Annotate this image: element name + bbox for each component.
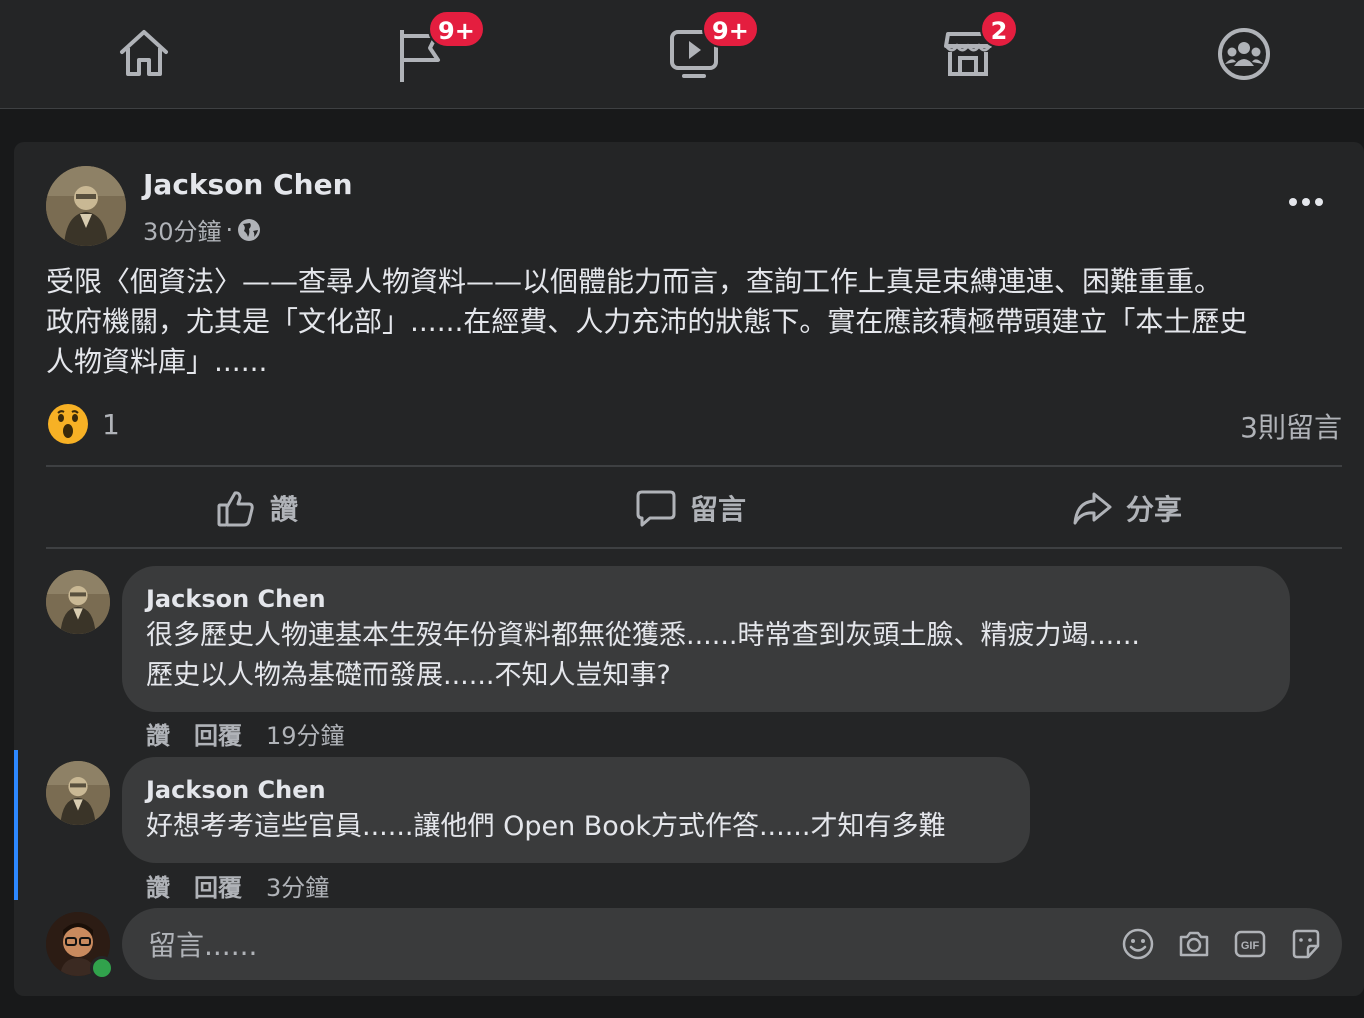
like-button[interactable]: 讚 <box>216 486 298 530</box>
nav-home[interactable] <box>84 0 204 108</box>
comment-actions: 讚 回覆 3分鐘 <box>146 868 329 903</box>
reaction-summary[interactable]: 1 <box>48 404 120 444</box>
post-card: Jackson Chen 30分鐘 · 受限〈個資法〉——查尋人物資料——以個體… <box>14 142 1364 996</box>
post-author-name[interactable]: Jackson Chen <box>143 168 353 201</box>
comment-button[interactable]: 留言 <box>636 486 746 530</box>
comment-like-link[interactable]: 讚 <box>146 868 170 903</box>
camera-icon[interactable] <box>1176 926 1212 962</box>
comment-reply-link[interactable]: 回覆 <box>194 868 242 903</box>
comment-time[interactable]: 19分鐘 <box>266 716 345 751</box>
nav-marketplace[interactable]: 2 <box>908 0 1028 108</box>
nav-pages-badge: 9+ <box>428 10 485 48</box>
comment-time[interactable]: 3分鐘 <box>266 868 329 903</box>
nav-groups[interactable] <box>1182 0 1302 108</box>
wow-reaction-icon <box>48 404 88 444</box>
comment-bubble: Jackson Chen 很多歷史人物連基本生歿年份資料都無從獲悉......時… <box>122 566 1290 712</box>
share-icon <box>1073 492 1112 525</box>
comment-count-link[interactable]: 3則留言 <box>1240 406 1342 446</box>
comment-author[interactable]: Jackson Chen <box>146 773 1006 807</box>
nav-marketplace-badge: 2 <box>980 10 1018 48</box>
thumbs-up-icon <box>217 491 254 527</box>
gif-icon[interactable]: GIF <box>1232 926 1268 962</box>
post-more-options-button[interactable] <box>1286 192 1326 212</box>
comment-like-link[interactable]: 讚 <box>146 716 170 751</box>
comment-reply-link[interactable]: 回覆 <box>194 716 242 751</box>
commenter-avatar[interactable] <box>46 570 110 634</box>
more-dot-icon <box>1302 198 1310 206</box>
divider <box>46 547 1342 549</box>
online-status-dot <box>90 956 114 980</box>
top-navigation-bar: 9+ 9+ 2 <box>0 0 1364 109</box>
highlight-bar <box>14 750 18 900</box>
comment-input[interactable] <box>146 922 1050 968</box>
globe-icon <box>238 218 261 241</box>
sticker-icon[interactable] <box>1288 926 1324 962</box>
divider <box>46 465 1342 467</box>
comment-text: 好想考考這些官員......讓他們 Open Book方式作答......才知有… <box>146 811 946 842</box>
post-meta: 30分鐘 · <box>143 212 261 247</box>
share-button[interactable]: 分享 <box>1072 486 1182 530</box>
groups-icon <box>1218 28 1270 80</box>
home-icon <box>120 30 168 76</box>
post-body-text: 受限〈個資法〉——查尋人物資料——以個體能力而言，查詢工作上真是束縛連連、困難重… <box>46 265 1248 378</box>
comment-author[interactable]: Jackson Chen <box>146 582 1266 616</box>
comment-input-box[interactable]: GIF <box>122 908 1342 980</box>
author-avatar[interactable] <box>46 166 126 246</box>
comment-icon <box>636 490 676 527</box>
more-dot-icon <box>1289 198 1297 206</box>
like-label: 讚 <box>270 493 299 526</box>
svg-text:GIF: GIF <box>1241 940 1260 952</box>
meta-separator: · <box>225 215 234 244</box>
nav-pages[interactable]: 9+ <box>360 0 485 108</box>
nav-watch[interactable]: 9+ <box>634 0 759 108</box>
post-time[interactable]: 30分鐘 <box>143 212 222 247</box>
emoji-icon[interactable] <box>1120 926 1156 962</box>
more-dot-icon <box>1315 198 1323 206</box>
reaction-count: 1 <box>102 407 120 441</box>
comment-text: 很多歷史人物連基本生歿年份資料都無從獲悉......時常查到灰頭土臉、精疲力竭.… <box>146 620 1140 691</box>
comment-actions: 讚 回覆 19分鐘 <box>146 716 345 751</box>
nav-watch-badge: 9+ <box>702 10 759 48</box>
comment-bubble: Jackson Chen 好想考考這些官員......讓他們 Open Book… <box>122 757 1030 863</box>
share-label: 分享 <box>1126 493 1183 526</box>
commenter-avatar[interactable] <box>46 761 110 825</box>
comment-label: 留言 <box>690 493 747 526</box>
